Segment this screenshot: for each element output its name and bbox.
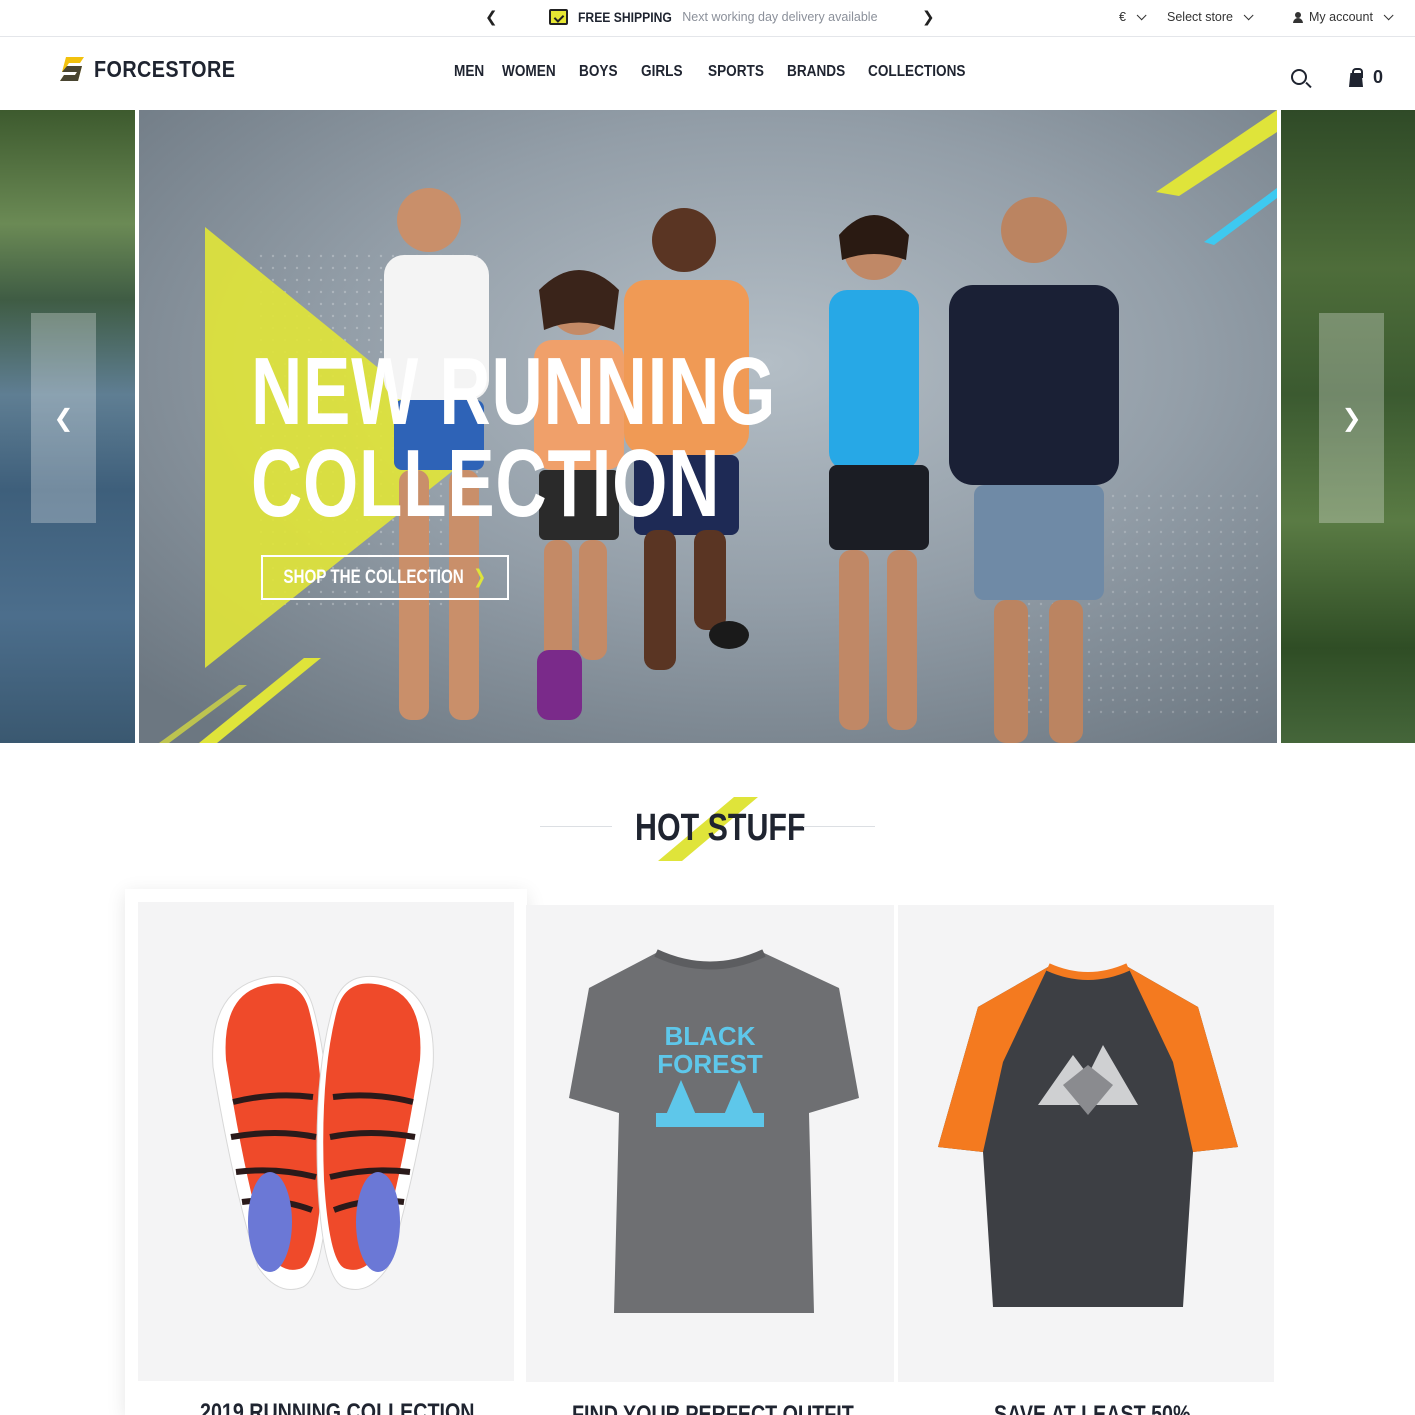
search-icon[interactable] [1291,69,1307,85]
shop-collection-button[interactable]: SHOP THE COLLECTION ❯ [261,555,509,600]
hero-next-button[interactable]: ❯ [1319,313,1384,523]
top-bar: ❮ FREE SHIPPING Next working day deliver… [0,0,1415,37]
user-icon [1293,11,1303,23]
logo-mark-icon [60,57,84,81]
hero-title: NEW RUNNING COLLECTION [251,338,777,537]
heading-divider-right [803,826,875,827]
nav-item-women[interactable]: WOMEN [502,63,567,81]
shipping-banner: FREE SHIPPING Next working day delivery … [549,9,878,25]
heading-divider-left [540,826,612,827]
cart-count: 0 [1373,67,1384,87]
promo-card-running[interactable]: 2019 RUNNING COLLECTION [125,889,527,1415]
orange-raglan-shirt-image [938,963,1238,1307]
main-header: FORCESTORE MEN WOMEN BOYS GIRLS SPORTS B… [0,37,1415,110]
nav-item-collections[interactable]: COLLECTIONS [868,63,965,81]
hero-slider: ❮ ❯ NEW RUNNING COLLECTION SHOP THE COLL… [0,110,1415,743]
chevron-right-icon: ❯ [473,567,487,588]
delivery-box-icon [549,9,568,25]
shipping-next-arrow-icon[interactable]: ❯ [922,8,935,26]
main-nav: MEN WOMEN BOYS GIRLS SPORTS BRANDS COLLE… [454,63,968,81]
store-logo[interactable]: FORCESTORE [58,54,258,84]
svg-text:FOREST: FOREST [657,1049,763,1079]
promo-card-sale[interactable]: SAVE AT LEAST 50% [898,905,1274,1415]
cta-label: SHOP THE COLLECTION ❯ [284,566,487,589]
chevron-down-icon [1136,9,1147,20]
shipping-prev-arrow-icon[interactable]: ❮ [485,8,498,26]
black-forest-tshirt-image: BLACK FOREST [569,949,859,1313]
card-title: FIND YOUR PERFECT OUTFIT [572,1401,854,1415]
svg-text:BLACK: BLACK [665,1021,756,1051]
chevron-down-icon [1383,9,1394,20]
hero-prev-button[interactable]: ❮ [31,313,96,523]
shopping-bag-icon [1348,68,1365,87]
hero-title-line2: COLLECTION [251,430,721,537]
section-title: HOT STUFF [635,807,806,849]
card-image [138,902,514,1381]
card-title: 2019 RUNNING COLLECTION [200,1399,475,1415]
hot-stuff-heading: HOT STUFF [540,795,875,865]
currency-label: € [1119,10,1126,24]
store-label: Select store [1167,10,1234,24]
card-title: SAVE AT LEAST 50% [994,1401,1191,1415]
account-label: My account [1309,10,1373,24]
shipping-subtitle: Next working day delivery available [682,10,878,24]
red-running-shoes-image [212,975,434,1290]
logo-text: FORCESTORE [94,55,236,82]
cart-button[interactable]: 0 [1348,67,1383,88]
card-image [898,905,1274,1382]
store-selector[interactable]: Select store [1167,9,1254,24]
hero-title-line1: NEW RUNNING [251,338,777,445]
nav-item-boys[interactable]: BOYS [579,63,632,81]
promo-card-outfit[interactable]: BLACK FOREST FIND YOUR PERFECT OUTFIT [526,905,894,1415]
cta-text: SHOP THE COLLECTION [283,567,465,588]
nav-item-sports[interactable]: SPORTS [708,63,775,81]
shipping-title: FREE SHIPPING [578,9,672,25]
currency-selector[interactable]: € [1119,9,1147,24]
nav-item-girls[interactable]: GIRLS [641,63,698,81]
chevron-down-icon [1243,9,1254,20]
nav-item-brands[interactable]: BRANDS [787,63,856,81]
account-menu[interactable]: My account [1293,9,1394,24]
nav-item-men[interactable]: MEN [454,63,498,81]
card-image: BLACK FOREST [526,905,894,1382]
